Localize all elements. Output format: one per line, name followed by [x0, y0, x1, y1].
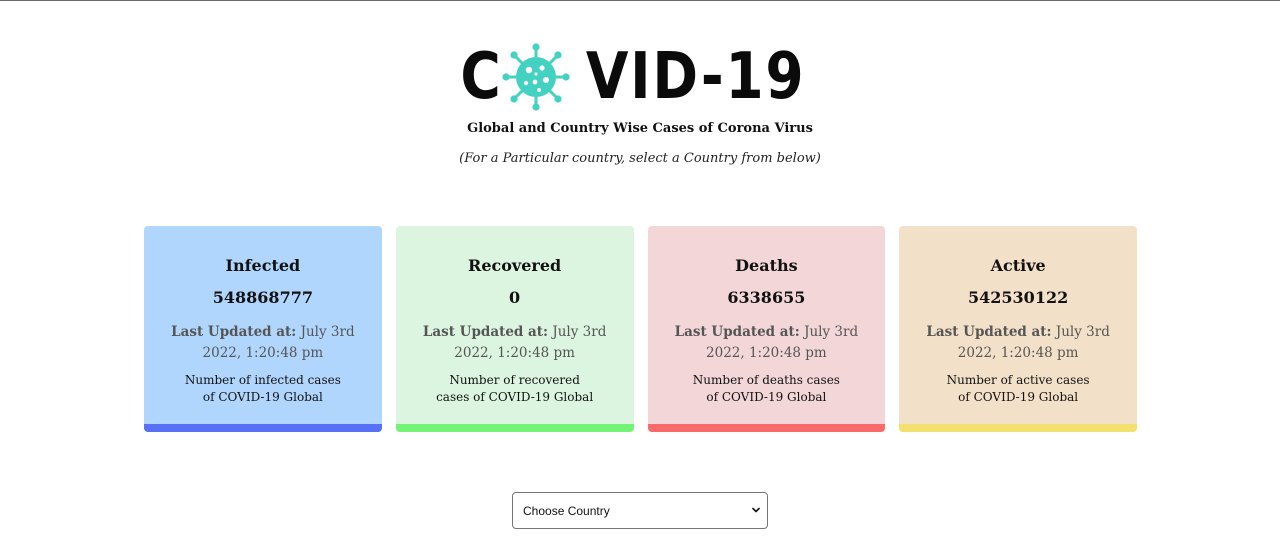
- updated-label: Last Updated at:: [422, 324, 549, 340]
- country-select[interactable]: Choose Country: [512, 492, 768, 529]
- card-updated: Last Updated at: July 3rd 2022, 1:20:48 …: [410, 322, 620, 364]
- card-updated: Last Updated at: July 3rd 2022, 1:20:48 …: [662, 322, 872, 364]
- card-infected: Infected 548868777 Last Updated at: July…: [144, 226, 382, 432]
- logo-wordmark: C VID-19: [457, 41, 823, 113]
- updated-label: Last Updated at:: [171, 324, 297, 340]
- card-value: 548868777: [212, 288, 313, 307]
- page-subtitle: Global and Country Wise Cases of Corona …: [467, 121, 813, 136]
- logo-letters-vid19: VID-19: [585, 40, 806, 114]
- card-title: Active: [990, 256, 1046, 275]
- logo-letter-c: C: [460, 40, 503, 114]
- card-description: Number of recovered cases of COVID-19 Gl…: [436, 373, 594, 404]
- card-updated: Last Updated at: July 3rd 2022, 1:20:48 …: [913, 322, 1123, 364]
- card-value: 0: [509, 288, 521, 307]
- card-active: Active 542530122 Last Updated at: July 3…: [899, 226, 1137, 432]
- card-recovered: Recovered 0 Last Updated at: July 3rd 20…: [395, 226, 634, 432]
- card-description: Number of infected cases of COVID-19 Glo…: [184, 373, 341, 404]
- stats-cards: Infected 548868777 Last Updated at: July…: [144, 226, 1137, 432]
- card-accent-bar: [899, 424, 1137, 432]
- card-accent-bar: [144, 424, 382, 432]
- card-value: 542530122: [968, 288, 1069, 307]
- updated-label: Last Updated at:: [926, 324, 1052, 340]
- card-title: Infected: [225, 256, 301, 275]
- card-description: Number of deaths cases of COVID-19 Globa…: [692, 373, 840, 404]
- card-accent-bar: [647, 424, 886, 432]
- coronavirus-icon: [502, 43, 570, 111]
- country-select-wrapper: Choose Country: [512, 492, 768, 529]
- card-value: 6338655: [727, 288, 806, 307]
- card-deaths: Deaths 6338655 Last Updated at: July 3rd…: [647, 226, 886, 432]
- country-hint: (For a Particular country, select a Coun…: [459, 151, 821, 166]
- card-title: Recovered: [468, 256, 562, 275]
- covid-logo: C VID-19: [0, 41, 1280, 113]
- updated-label: Last Updated at:: [674, 324, 800, 340]
- card-updated: Last Updated at: July 3rd 2022, 1:20:48 …: [158, 322, 368, 364]
- card-title: Deaths: [735, 256, 798, 275]
- card-accent-bar: [395, 424, 634, 432]
- card-description: Number of active cases of COVID-19 Globa…: [946, 373, 1090, 404]
